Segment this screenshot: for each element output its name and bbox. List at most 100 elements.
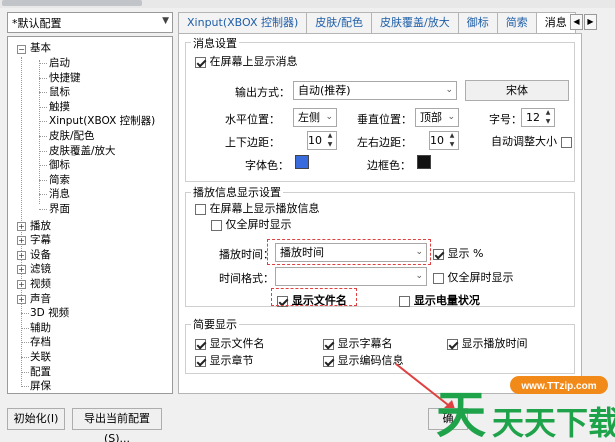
tb-margin-spinner[interactable]: 10 ▲ ▼ [307, 131, 337, 150]
brief-playtime-checkbox[interactable]: 显示播放时间 [447, 335, 528, 351]
expand-icon[interactable]: + [17, 280, 26, 289]
font-button[interactable]: 宋体 [465, 80, 569, 101]
vpos-value: 顶部 [420, 111, 442, 124]
blurred-title [2, 0, 142, 6]
spin-down-icon[interactable]: ▼ [543, 118, 553, 126]
tb-margin-value: 10 [308, 134, 322, 147]
brief-subtitle-checkbox[interactable]: 显示字幕名 [323, 335, 393, 351]
lr-margin-spinner[interactable]: 10 ▲ ▼ [429, 131, 459, 150]
tree-node[interactable]: 鼠标 [49, 85, 70, 100]
expand-icon[interactable]: + [17, 236, 26, 246]
tab-1[interactable]: 皮肤/配色 [306, 12, 373, 34]
tree-node[interactable]: 皮肤/配色 [49, 129, 95, 144]
vpos-label: 垂直位置： [357, 113, 412, 126]
tree-guide-line [39, 92, 47, 94]
tree-node[interactable]: 3D 视频 [30, 306, 69, 321]
checkbox-icon [323, 338, 334, 350]
hpos-select[interactable]: 左侧 ⌄ [293, 108, 337, 127]
tree-node[interactable]: 触摸 [49, 100, 70, 115]
tree-node[interactable]: 字幕 [30, 233, 51, 248]
tree-node[interactable]: 快捷键 [49, 71, 81, 86]
vpos-select[interactable]: 顶部 ⌄ [415, 108, 459, 127]
tab-3[interactable]: 御标 [457, 12, 498, 34]
group-title: 消息设置 [191, 35, 239, 51]
checkbox-label: 显示章节 [209, 354, 254, 367]
output-method-select[interactable]: 自动(推荐) ⌄ [293, 81, 457, 100]
font-size-spinner[interactable]: 12 ▲ ▼ [521, 108, 555, 127]
tree-node[interactable]: 配置 [30, 365, 51, 380]
tree-node[interactable]: 消息 [49, 187, 70, 202]
tree-node[interactable]: 声音 [30, 292, 51, 307]
profile-select[interactable]: *默认配置 ▼ [7, 12, 173, 33]
tree-guide-line [21, 342, 29, 344]
title-bar [0, 0, 615, 8]
tree-node[interactable]: 辅助 [30, 321, 51, 336]
chevron-down-icon: ▼ [162, 16, 169, 26]
brief-filename-checkbox[interactable]: 显示文件名 [195, 335, 265, 351]
chevron-down-icon: ⌄ [445, 85, 453, 95]
checkbox-icon [323, 355, 334, 367]
tree-node[interactable]: 存档 [30, 335, 51, 350]
tree-guide-line [21, 386, 29, 388]
spin-down-icon[interactable]: ▼ [447, 141, 457, 149]
spin-up-icon[interactable]: ▲ [543, 109, 553, 117]
tab-scroll-right-button[interactable]: ▶ [584, 14, 597, 30]
tree-guide-line [39, 60, 40, 204]
tree-node[interactable]: Xinput(XBOX 控制器) [49, 114, 155, 129]
expand-icon[interactable]: + [17, 265, 26, 275]
show-percent-checkbox[interactable]: 显示 % [433, 245, 483, 261]
tab-0[interactable]: Xinput(XBOX 控制器) [178, 12, 308, 34]
tree-guide-line [39, 106, 47, 108]
expand-icon[interactable]: + [17, 250, 26, 260]
tab-scroll-left-button[interactable]: ◀ [570, 14, 583, 30]
tree-node[interactable]: 皮肤覆盖/放大 [49, 144, 116, 159]
tree-guide-line [39, 63, 47, 64]
show-play-info-checkbox[interactable]: 在屏幕上显示播放信息 [195, 200, 320, 216]
tree-node[interactable]: 关联 [30, 350, 51, 365]
settings-panel: 消息设置 在屏幕上显示消息 输出方式： 自动(推荐) ⌄ 宋体 水平位置： 左侧… [178, 33, 582, 394]
expand-icon[interactable]: + [17, 221, 26, 231]
checkbox-icon [560, 136, 572, 148]
checkbox-icon [195, 338, 206, 350]
checkbox-label: 在屏幕上显示播放信息 [209, 202, 320, 215]
export-config-button[interactable]: 导出当前配置(S)... [72, 408, 162, 442]
spin-up-icon[interactable]: ▲ [447, 132, 457, 140]
time-format-select[interactable]: ⌄ [275, 267, 427, 286]
chevron-down-icon: ⌄ [415, 271, 423, 281]
tree-node[interactable]: 界面 [49, 202, 70, 217]
border-color-label: 边框色： [367, 159, 411, 172]
hpos-label: 水平位置： [225, 113, 280, 126]
tree-guide-line [21, 327, 29, 329]
init-button[interactable]: 初始化(I) [7, 408, 65, 430]
tab-4[interactable]: 简索 [496, 12, 537, 34]
watermark-big-char: 天 [436, 386, 486, 442]
fullscreen-only2-checkbox[interactable]: 仅全屏时显示 [433, 269, 514, 285]
auto-size-checkbox[interactable]: 自动调整大小 [491, 133, 572, 149]
tree-node[interactable]: 滤镜 [30, 262, 51, 277]
tree-node-basic[interactable]: 基本 [30, 41, 51, 56]
font-color-swatch[interactable] [295, 155, 309, 169]
border-color-swatch[interactable] [417, 155, 431, 169]
settings-tree[interactable]: − 基本 启动 快捷键 鼠标 触摸 Xinput(XBOX 控制器) 皮肤/配色 皮肤覆盖/… [7, 36, 173, 394]
tree-node[interactable]: 启动 [49, 56, 70, 71]
spin-down-icon[interactable]: ▼ [325, 141, 335, 149]
tab-2[interactable]: 皮肤覆盖/放大 [371, 12, 459, 34]
checkbox-label: 仅全屏时显示 [225, 218, 292, 231]
checkbox-label: 显示字幕名 [337, 337, 393, 350]
tree-node[interactable]: 简索 [49, 173, 70, 188]
show-on-screen-checkbox[interactable]: 在屏幕上显示消息 [195, 53, 298, 69]
tree-node[interactable]: 御标 [49, 158, 70, 173]
spin-up-icon[interactable]: ▲ [325, 132, 335, 140]
tree-node[interactable]: 设备 [30, 248, 51, 263]
output-method-value: 自动(推荐) [298, 84, 351, 97]
tree-node[interactable]: 屏保 [30, 379, 51, 393]
show-battery-checkbox[interactable]: 显示电量状况 [399, 292, 480, 308]
tree-node[interactable]: 播放 [30, 219, 51, 234]
profile-select-value: *默认配置 [12, 16, 62, 30]
checkbox-label: 仅全屏时显示 [447, 271, 514, 284]
fullscreen-only-checkbox[interactable]: 仅全屏时显示 [211, 216, 292, 232]
collapse-icon[interactable]: − [17, 45, 26, 54]
brief-chapter-checkbox[interactable]: 显示章节 [195, 352, 254, 368]
expand-icon[interactable]: + [17, 294, 26, 304]
tree-node[interactable]: 视频 [30, 277, 51, 292]
